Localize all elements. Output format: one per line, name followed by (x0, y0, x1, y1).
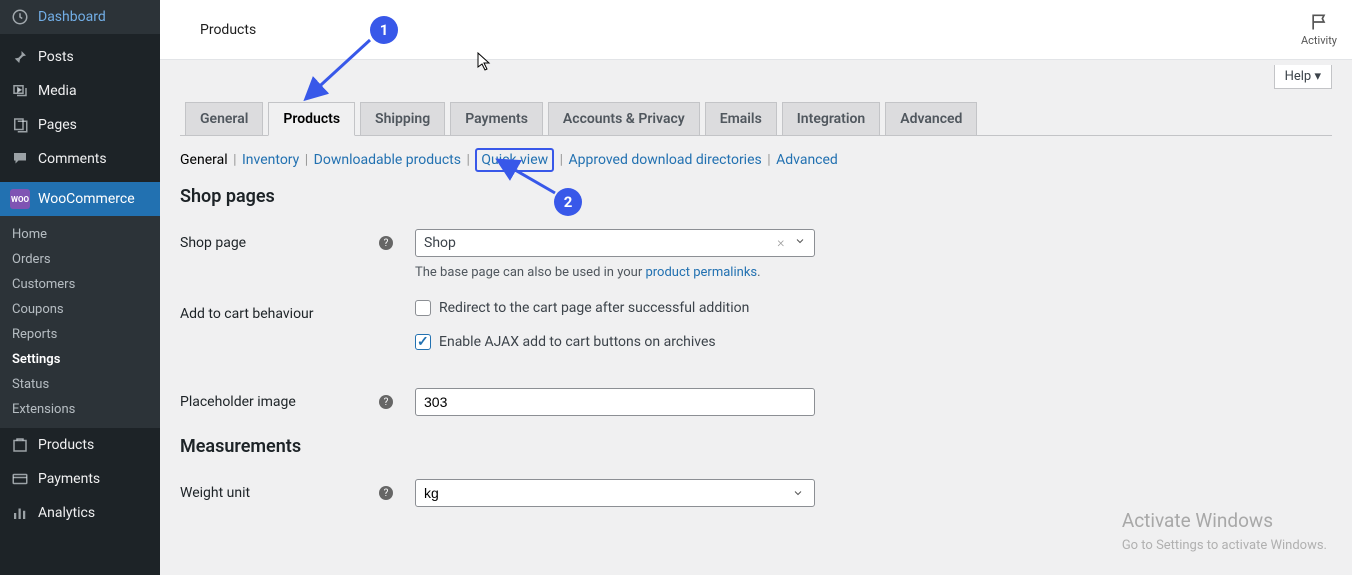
sidebar-item-label: Payments (38, 471, 100, 487)
checkbox-label: Redirect to the cart page after successf… (439, 300, 749, 316)
pin-icon (10, 47, 30, 67)
help-tooltip-icon[interactable]: ? (379, 486, 393, 500)
checkbox-label: Enable AJAX add to cart buttons on archi… (439, 334, 716, 350)
subnav-downloadable[interactable]: Downloadable products (314, 152, 461, 168)
redirect-checkbox[interactable] (415, 300, 431, 316)
sidebar-item-label: Comments (38, 151, 107, 167)
woocommerce-submenu: Home Orders Customers Coupons Reports Se… (0, 216, 160, 428)
media-icon (10, 81, 30, 101)
sidebar-item-products[interactable]: Products (0, 428, 160, 462)
chevron-down-icon: ▾ (1314, 69, 1321, 84)
submenu-item-coupons[interactable]: Coupons (0, 297, 160, 322)
content-area: Help ▾ General Products Shipping Payment… (160, 60, 1352, 575)
sidebar-item-comments[interactable]: Comments (0, 142, 160, 176)
submenu-item-status[interactable]: Status (0, 372, 160, 397)
submenu-item-customers[interactable]: Customers (0, 272, 160, 297)
chevron-down-icon (794, 235, 806, 251)
sidebar-item-woocommerce[interactable]: WOO WooCommerce (0, 182, 160, 216)
annotation-arrow-1 (300, 35, 380, 115)
pages-icon (10, 115, 30, 135)
ajax-checkbox-row[interactable]: Enable AJAX add to cart buttons on archi… (415, 334, 1332, 350)
shop-page-label: Shop page ? (180, 229, 415, 251)
tab-integration[interactable]: Integration (782, 102, 880, 135)
sidebar-item-label: WooCommerce (38, 191, 135, 207)
analytics-icon (10, 503, 30, 523)
ajax-checkbox[interactable] (415, 334, 431, 350)
payments-icon (10, 469, 30, 489)
placeholder-image-label: Placeholder image ? (180, 388, 415, 410)
submenu-item-orders[interactable]: Orders (0, 247, 160, 272)
section-shop-pages: Shop pages (180, 186, 1332, 207)
sidebar-item-label: Products (38, 437, 94, 453)
submenu-item-reports[interactable]: Reports (0, 322, 160, 347)
subnav-advanced[interactable]: Advanced (776, 152, 838, 168)
weight-unit-select[interactable]: kg (415, 479, 815, 507)
annotation-marker-2: 2 (554, 188, 582, 216)
sidebar-item-label: Posts (38, 49, 74, 65)
sidebar-item-posts[interactable]: Posts (0, 40, 160, 74)
permalinks-link[interactable]: product permalinks (645, 265, 757, 280)
subsection-nav: General | Inventory | Downloadable produ… (180, 152, 1332, 168)
help-tooltip-icon[interactable]: ? (379, 236, 393, 250)
tab-general[interactable]: General (185, 102, 263, 135)
subnav-inventory[interactable]: Inventory (242, 152, 299, 168)
selected-value: Shop (424, 235, 456, 251)
sidebar-item-payments[interactable]: Payments (0, 462, 160, 496)
products-icon (10, 435, 30, 455)
submenu-item-extensions[interactable]: Extensions (0, 397, 160, 422)
tab-payments[interactable]: Payments (450, 102, 543, 135)
sidebar-item-media[interactable]: Media (0, 74, 160, 108)
clear-icon[interactable]: × (777, 235, 784, 251)
subnav-approved-dirs[interactable]: Approved download directories (569, 152, 762, 168)
tab-advanced[interactable]: Advanced (885, 102, 977, 135)
sidebar-item-label: Media (38, 83, 77, 99)
activity-label: Activity (1301, 34, 1337, 47)
subnav-current[interactable]: General (180, 152, 228, 168)
shop-page-description: The base page can also be used in your p… (415, 265, 1332, 280)
submenu-item-settings[interactable]: Settings (0, 347, 160, 372)
sidebar-item-pages[interactable]: Pages (0, 108, 160, 142)
help-tooltip-icon[interactable]: ? (379, 395, 393, 409)
sidebar-item-label: Analytics (38, 505, 95, 521)
activity-button[interactable]: Activity (1301, 12, 1337, 47)
comments-icon (10, 149, 30, 169)
annotation-marker-1: 1 (370, 16, 398, 44)
submenu-item-home[interactable]: Home (0, 222, 160, 247)
flag-icon (1309, 12, 1329, 32)
add-to-cart-label: Add to cart behaviour (180, 300, 415, 322)
dashboard-icon (10, 7, 30, 27)
admin-sidebar: Dashboard Posts Media Pages Comments WOO… (0, 0, 160, 575)
section-measurements: Measurements (180, 436, 1332, 457)
sidebar-item-label: Dashboard (38, 9, 106, 25)
woo-icon: WOO (10, 189, 30, 209)
help-button[interactable]: Help ▾ (1274, 65, 1332, 89)
sidebar-item-label: Pages (38, 117, 77, 133)
sidebar-item-analytics[interactable]: Analytics (0, 496, 160, 530)
page-title: Products (160, 22, 256, 38)
sidebar-item-dashboard[interactable]: Dashboard (0, 0, 160, 34)
placeholder-image-input[interactable] (415, 388, 815, 416)
tab-emails[interactable]: Emails (705, 102, 777, 135)
tab-accounts-privacy[interactable]: Accounts & Privacy (548, 102, 700, 135)
weight-unit-label: Weight unit ? (180, 479, 415, 501)
redirect-checkbox-row[interactable]: Redirect to the cart page after successf… (415, 300, 1332, 316)
shop-page-select[interactable]: Shop × (415, 229, 815, 257)
